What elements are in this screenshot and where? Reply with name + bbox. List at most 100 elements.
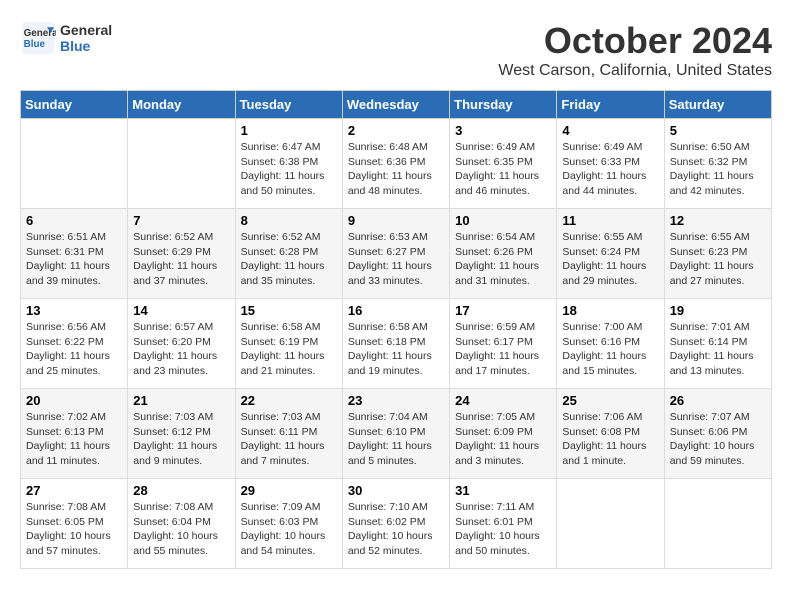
- day-content: Sunrise: 7:01 AMSunset: 6:14 PMDaylight:…: [670, 320, 766, 379]
- day-content: Sunrise: 6:58 AMSunset: 6:18 PMDaylight:…: [348, 320, 444, 379]
- day-number: 20: [26, 393, 122, 408]
- day-number: 5: [670, 123, 766, 138]
- header: General Blue General Blue October 2024 W…: [20, 20, 772, 80]
- day-content: Sunrise: 6:51 AMSunset: 6:31 PMDaylight:…: [26, 230, 122, 289]
- day-content: Sunrise: 7:06 AMSunset: 6:08 PMDaylight:…: [562, 410, 658, 469]
- day-number: 21: [133, 393, 229, 408]
- month-title: October 2024: [498, 20, 772, 62]
- day-cell: 25 Sunrise: 7:06 AMSunset: 6:08 PMDayligh…: [557, 389, 664, 479]
- column-header-friday: Friday: [557, 91, 664, 119]
- day-content: Sunrise: 6:55 AMSunset: 6:24 PMDaylight:…: [562, 230, 658, 289]
- day-cell: 9Sunrise: 6:53 AMSunset: 6:27 PMDaylight…: [342, 209, 449, 299]
- day-number: 23: [348, 393, 444, 408]
- day-content: Sunrise: 6:49 AMSunset: 6:33 PMDaylight:…: [562, 140, 658, 199]
- day-cell: [21, 119, 128, 209]
- week-row-3: 13 Sunrise: 6:56 AMSunset: 6:22 PMDayligh…: [21, 299, 772, 389]
- day-content: Sunrise: 6:52 AMSunset: 6:29 PMDaylight:…: [133, 230, 229, 289]
- day-content: Sunrise: 6:50 AMSunset: 6:32 PMDaylight:…: [670, 140, 766, 199]
- day-content: Sunrise: 7:08 AMSunset: 6:05 PMDaylight:…: [26, 500, 122, 559]
- day-number: 4: [562, 123, 658, 138]
- day-number: 29: [241, 483, 337, 498]
- day-cell: 26Sunrise: 7:07 AMSunset: 6:06 PMDayligh…: [664, 389, 771, 479]
- column-header-sunday: Sunday: [21, 91, 128, 119]
- calendar-body: 1 Sunrise: 6:47 AMSunset: 6:38 PMDaylight…: [21, 119, 772, 569]
- column-header-tuesday: Tuesday: [235, 91, 342, 119]
- day-cell: 12 Sunrise: 6:55 AMSunset: 6:23 PMDayligh…: [664, 209, 771, 299]
- day-content: Sunrise: 7:11 AMSunset: 6:01 PMDaylight:…: [455, 500, 551, 559]
- day-cell: 8Sunrise: 6:52 AMSunset: 6:28 PMDaylight…: [235, 209, 342, 299]
- column-header-saturday: Saturday: [664, 91, 771, 119]
- day-number: 31: [455, 483, 551, 498]
- day-content: Sunrise: 6:52 AMSunset: 6:28 PMDaylight:…: [241, 230, 337, 289]
- day-number: 22: [241, 393, 337, 408]
- day-number: 12: [670, 213, 766, 228]
- day-number: 13: [26, 303, 122, 318]
- day-content: Sunrise: 6:58 AMSunset: 6:19 PMDaylight:…: [241, 320, 337, 379]
- day-cell: 3 Sunrise: 6:49 AMSunset: 6:35 PMDaylight…: [450, 119, 557, 209]
- day-content: Sunrise: 6:55 AMSunset: 6:23 PMDaylight:…: [670, 230, 766, 289]
- day-cell: 27 Sunrise: 7:08 AMSunset: 6:05 PMDayligh…: [21, 479, 128, 569]
- day-cell: 19 Sunrise: 7:01 AMSunset: 6:14 PMDayligh…: [664, 299, 771, 389]
- day-number: 19: [670, 303, 766, 318]
- logo-text: General Blue: [60, 22, 112, 54]
- day-content: Sunrise: 6:47 AMSunset: 6:38 PMDaylight:…: [241, 140, 337, 199]
- day-number: 18: [562, 303, 658, 318]
- day-content: Sunrise: 6:49 AMSunset: 6:35 PMDaylight:…: [455, 140, 551, 199]
- day-cell: 5 Sunrise: 6:50 AMSunset: 6:32 PMDaylight…: [664, 119, 771, 209]
- day-cell: 2 Sunrise: 6:48 AMSunset: 6:36 PMDaylight…: [342, 119, 449, 209]
- day-number: 24: [455, 393, 551, 408]
- day-cell: 20 Sunrise: 7:02 AMSunset: 6:13 PMDayligh…: [21, 389, 128, 479]
- week-row-4: 20 Sunrise: 7:02 AMSunset: 6:13 PMDayligh…: [21, 389, 772, 479]
- calendar-header: SundayMondayTuesdayWednesdayThursdayFrid…: [21, 91, 772, 119]
- day-content: Sunrise: 7:03 AMSunset: 6:11 PMDaylight:…: [241, 410, 337, 469]
- column-header-monday: Monday: [128, 91, 235, 119]
- day-cell: 10 Sunrise: 6:54 AMSunset: 6:26 PMDayligh…: [450, 209, 557, 299]
- day-cell: 29 Sunrise: 7:09 AMSunset: 6:03 PMDayligh…: [235, 479, 342, 569]
- week-row-1: 1 Sunrise: 6:47 AMSunset: 6:38 PMDaylight…: [21, 119, 772, 209]
- day-cell: 24 Sunrise: 7:05 AMSunset: 6:09 PMDayligh…: [450, 389, 557, 479]
- day-number: 17: [455, 303, 551, 318]
- day-cell: [128, 119, 235, 209]
- day-content: Sunrise: 6:56 AMSunset: 6:22 PMDaylight:…: [26, 320, 122, 379]
- day-number: 15: [241, 303, 337, 318]
- day-cell: 18Sunrise: 7:00 AMSunset: 6:16 PMDayligh…: [557, 299, 664, 389]
- day-number: 9: [348, 213, 444, 228]
- day-number: 30: [348, 483, 444, 498]
- logo: General Blue General Blue: [20, 20, 112, 56]
- day-content: Sunrise: 7:04 AMSunset: 6:10 PMDaylight:…: [348, 410, 444, 469]
- day-content: Sunrise: 6:54 AMSunset: 6:26 PMDaylight:…: [455, 230, 551, 289]
- day-cell: 21 Sunrise: 7:03 AMSunset: 6:12 PMDayligh…: [128, 389, 235, 479]
- calendar-table: SundayMondayTuesdayWednesdayThursdayFrid…: [20, 90, 772, 569]
- day-cell: 7Sunrise: 6:52 AMSunset: 6:29 PMDaylight…: [128, 209, 235, 299]
- day-number: 16: [348, 303, 444, 318]
- day-cell: 22 Sunrise: 7:03 AMSunset: 6:11 PMDayligh…: [235, 389, 342, 479]
- day-cell: 11 Sunrise: 6:55 AMSunset: 6:24 PMDayligh…: [557, 209, 664, 299]
- day-content: Sunrise: 6:48 AMSunset: 6:36 PMDaylight:…: [348, 140, 444, 199]
- day-number: 14: [133, 303, 229, 318]
- week-row-5: 27 Sunrise: 7:08 AMSunset: 6:05 PMDayligh…: [21, 479, 772, 569]
- svg-text:Blue: Blue: [24, 39, 46, 50]
- day-cell: 17Sunrise: 6:59 AMSunset: 6:17 PMDayligh…: [450, 299, 557, 389]
- logo-icon: General Blue: [20, 20, 56, 56]
- day-content: Sunrise: 7:05 AMSunset: 6:09 PMDaylight:…: [455, 410, 551, 469]
- day-content: Sunrise: 7:03 AMSunset: 6:12 PMDaylight:…: [133, 410, 229, 469]
- day-cell: 6Sunrise: 6:51 AMSunset: 6:31 PMDaylight…: [21, 209, 128, 299]
- day-cell: 13 Sunrise: 6:56 AMSunset: 6:22 PMDayligh…: [21, 299, 128, 389]
- day-number: 3: [455, 123, 551, 138]
- day-number: 1: [241, 123, 337, 138]
- day-number: 2: [348, 123, 444, 138]
- day-number: 27: [26, 483, 122, 498]
- day-content: Sunrise: 7:07 AMSunset: 6:06 PMDaylight:…: [670, 410, 766, 469]
- day-content: Sunrise: 6:57 AMSunset: 6:20 PMDaylight:…: [133, 320, 229, 379]
- day-content: Sunrise: 7:02 AMSunset: 6:13 PMDaylight:…: [26, 410, 122, 469]
- day-content: Sunrise: 7:09 AMSunset: 6:03 PMDaylight:…: [241, 500, 337, 559]
- day-cell: 31 Sunrise: 7:11 AMSunset: 6:01 PMDayligh…: [450, 479, 557, 569]
- day-number: 25: [562, 393, 658, 408]
- day-cell: 28Sunrise: 7:08 AMSunset: 6:04 PMDayligh…: [128, 479, 235, 569]
- location: West Carson, California, United States: [498, 62, 772, 80]
- title-area: October 2024 West Carson, California, Un…: [498, 20, 772, 80]
- day-content: Sunrise: 7:08 AMSunset: 6:04 PMDaylight:…: [133, 500, 229, 559]
- day-content: Sunrise: 7:10 AMSunset: 6:02 PMDaylight:…: [348, 500, 444, 559]
- day-number: 10: [455, 213, 551, 228]
- day-number: 11: [562, 213, 658, 228]
